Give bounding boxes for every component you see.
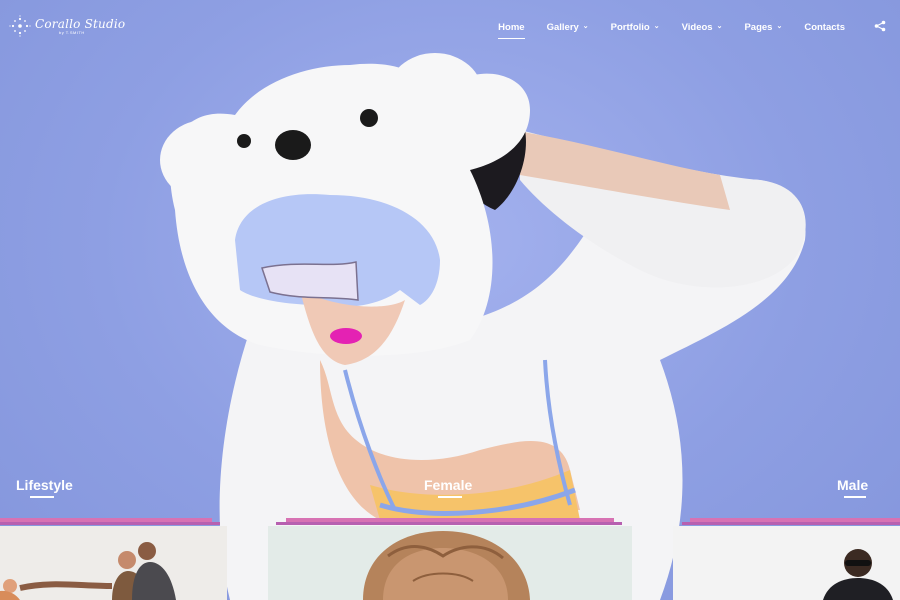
category-underline: [30, 496, 54, 498]
chevron-down-icon: ⌄: [716, 22, 723, 30]
chevron-down-icon: ⌄: [776, 22, 783, 30]
card-accent-bar: [682, 522, 900, 525]
chevron-down-icon: ⌄: [653, 22, 660, 30]
hero-model-image: [160, 53, 806, 600]
category-title-female[interactable]: Female: [424, 477, 472, 493]
female-thumbnail-image: [268, 526, 632, 600]
male-thumbnail-image: [673, 526, 900, 600]
nav-item-label: Home: [498, 21, 525, 33]
nav-item-label: Portfolio: [610, 21, 650, 33]
category-title-lifestyle[interactable]: Lifestyle: [16, 477, 73, 493]
card-accent-bar: [276, 522, 622, 525]
brand-name: Corallo Studio: [35, 16, 126, 31]
lifestyle-thumbnail-image: [0, 526, 227, 600]
category-underline: [438, 496, 462, 498]
category-card-lifestyle[interactable]: [0, 526, 227, 600]
share-icon[interactable]: [874, 20, 886, 32]
nav-item-pages[interactable]: Pages ⌄: [733, 20, 793, 34]
nav-item-videos[interactable]: Videos ⌄: [671, 20, 734, 34]
category-card-female[interactable]: [268, 526, 632, 600]
nav-item-label: Contacts: [804, 21, 845, 33]
site-header: Corallo Studio by T.SMITH Home Gallery ⌄…: [0, 0, 900, 54]
hero-banner: [0, 0, 900, 600]
chevron-down-icon: ⌄: [582, 22, 589, 30]
nav-item-contacts[interactable]: Contacts: [793, 20, 856, 34]
site-logo[interactable]: Corallo Studio by T.SMITH: [9, 15, 125, 37]
nav-item-label: Pages: [744, 21, 773, 33]
card-accent-bar: [0, 522, 220, 525]
category-title-male[interactable]: Male: [837, 477, 868, 493]
nav-item-portfolio[interactable]: Portfolio ⌄: [600, 20, 671, 34]
nav-item-gallery[interactable]: Gallery ⌄: [536, 20, 600, 34]
nav-item-label: Videos: [681, 21, 713, 33]
main-nav: Home Gallery ⌄ Portfolio ⌄ Videos ⌄ Page…: [487, 20, 856, 39]
nav-item-label: Gallery: [546, 21, 579, 33]
nav-item-home[interactable]: Home: [487, 20, 535, 39]
category-card-male[interactable]: [673, 526, 900, 600]
logo-dots-icon: [9, 15, 31, 37]
category-underline: [844, 496, 866, 498]
